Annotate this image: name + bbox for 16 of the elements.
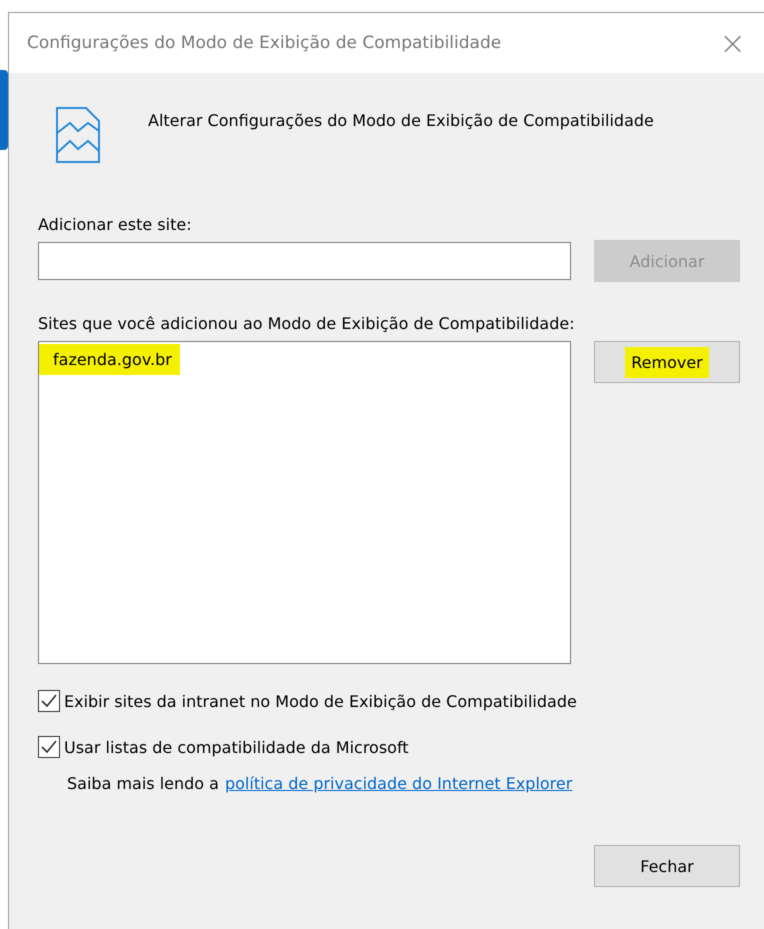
- checkbox[interactable]: [38, 736, 60, 758]
- document-icon: [56, 107, 100, 163]
- dialog-heading: Alterar Configurações do Modo de Exibição de Compatibilidade: [148, 111, 654, 130]
- sites-list-label: Sites que você adicionou ao Modo de Exibição de Compatibilidade:: [38, 314, 576, 333]
- remove-button[interactable]: Remover: [594, 341, 740, 383]
- privacy-text: Saiba mais lendo a: [67, 774, 219, 793]
- add-site-label: Adicionar este site:: [38, 215, 193, 234]
- close-dialog-button[interactable]: Fechar: [594, 845, 740, 887]
- add-site-field[interactable]: [38, 242, 571, 280]
- checkbox-label: Exibir sites da intranet no Modo de Exibição de Compatibilidade: [64, 692, 577, 710]
- checkbox-label: Usar listas de compatibilidade da Microsoft: [64, 738, 409, 756]
- close-button[interactable]: ×: [715, 27, 750, 59]
- checkbox[interactable]: [38, 690, 60, 712]
- site-list-item[interactable]: fazenda.gov.br: [39, 344, 180, 375]
- window-title: Configurações do Modo de Exibição de Compatibilidade: [27, 33, 502, 53]
- privacy-link[interactable]: política de privacidade do Internet Explorer: [224, 774, 572, 793]
